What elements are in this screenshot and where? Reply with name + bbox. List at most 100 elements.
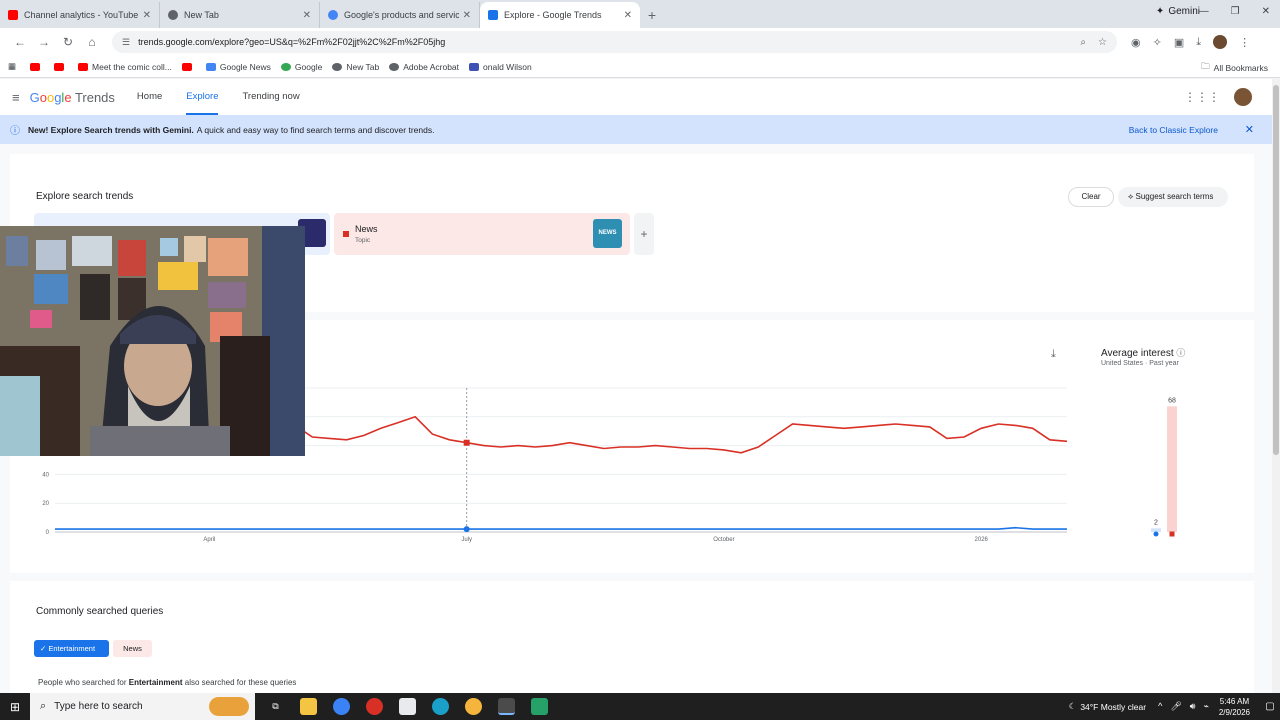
account-avatar[interactable] (1234, 88, 1252, 106)
chrome-icon[interactable] (498, 698, 515, 715)
average-value-label: 2 (1154, 519, 1158, 526)
gemini-button[interactable]: ✦ Gemini (1156, 6, 1200, 17)
search-highlight-image (209, 697, 249, 716)
bookmark-item[interactable]: onald Wilson (469, 62, 532, 72)
new-tab-button[interactable]: + (640, 2, 664, 28)
weather-widget[interactable]: ☾ 34°F Mostly clear (1069, 701, 1146, 712)
bookmark-item[interactable]: Google News (205, 62, 271, 72)
download-icon[interactable]: ⤓ (1051, 348, 1056, 361)
bookmark-item[interactable]: Meet the comic coll... (78, 62, 172, 72)
y-tick-label: 20 (42, 501, 49, 507)
search-term-news[interactable]: News Topic NEWS (334, 213, 630, 255)
system-tray: ☾ 34°F Mostly clear ^ 🎤︎ 🔊︎ ⌁ 5:46 AM 2/9… (1069, 693, 1280, 720)
menu-dots-icon[interactable]: ⋮ (1239, 36, 1250, 49)
tab-google-trends[interactable]: Explore - Google Trends ✕ (480, 2, 640, 28)
youtube-icon (181, 62, 192, 71)
bookmark-item[interactable] (30, 62, 44, 71)
extension-icon[interactable]: ◉ (1131, 36, 1141, 49)
clock[interactable]: 5:46 AM 2/9/2026 (1219, 696, 1250, 718)
page-scrollbar[interactable] (1272, 79, 1280, 693)
apps-grid-icon[interactable]: ⋮⋮⋮ (1184, 90, 1220, 104)
bookmark-star-icon[interactable]: ☆ (1098, 37, 1107, 48)
notification-icon[interactable]: ▢ (1260, 701, 1280, 712)
hover-point-entertainment (463, 526, 470, 533)
close-window-icon[interactable]: ✕ (1262, 6, 1270, 17)
file-explorer-icon[interactable] (300, 698, 317, 715)
home-icon[interactable]: ⌂ (80, 35, 104, 49)
scrollbar-thumb[interactable] (1273, 85, 1279, 455)
x-tick-label: July (461, 537, 472, 543)
apps-grid-icon[interactable]: ▦ (8, 61, 16, 72)
chip-news[interactable]: News (113, 640, 152, 657)
reload-icon[interactable]: ↻ (56, 35, 80, 49)
nav-trending-now[interactable]: Trending now (242, 79, 299, 115)
url-text: trends.google.com/explore?geo=US&q=%2Fm%… (138, 37, 446, 47)
bookmark-item[interactable]: Adobe Acrobat (389, 62, 459, 72)
profile-avatar[interactable] (1213, 35, 1228, 49)
app-icon[interactable] (531, 698, 548, 715)
add-term-button[interactable]: + (634, 213, 654, 255)
bookmark-item[interactable] (181, 62, 196, 71)
app-icon[interactable] (465, 698, 482, 715)
bookmark-site-icon (469, 62, 480, 71)
speaker-icon[interactable]: 🔊︎ (1190, 701, 1196, 712)
tab-youtube-studio[interactable]: Channel analytics - YouTube Studio ✕ (0, 2, 160, 28)
close-icon[interactable]: ✕ (303, 10, 311, 21)
address-bar[interactable]: ☰ trends.google.com/explore?geo=US&q=%2F… (112, 31, 1117, 53)
forward-arrow-icon[interactable]: → (32, 35, 56, 49)
site-info-icon[interactable]: ☰ (122, 37, 130, 48)
suggest-terms-button[interactable]: ⟡ Suggest search terms (1118, 187, 1228, 207)
chevron-up-icon[interactable]: ^ (1158, 701, 1162, 712)
webcam-overlay (0, 226, 305, 456)
youtube-icon (30, 62, 41, 71)
side-panel-icon[interactable]: ▣ (1174, 36, 1184, 49)
average-bar (1151, 528, 1161, 532)
google-trends-logo[interactable]: Google Trends (30, 90, 115, 105)
bookmark-item[interactable]: Google (280, 62, 322, 72)
x-tick-label: 2026 (975, 537, 989, 543)
network-icon[interactable]: ⌁ (1203, 701, 1208, 712)
term-thumbnail: NEWS (593, 219, 622, 248)
bookmark-item[interactable] (54, 62, 68, 71)
average-interest-title: Average interest ⓘ (1101, 348, 1186, 359)
hover-point-news (463, 439, 470, 446)
taskbar-search[interactable]: ⌕ Type here to search (30, 693, 255, 720)
all-bookmarks-button[interactable]: 🗀 All Bookmarks (1201, 61, 1268, 75)
nav-home[interactable]: Home (137, 79, 162, 115)
gemini-banner: ⓘ New! Explore Search trends with Gemini… (0, 115, 1272, 144)
close-icon[interactable]: ✕ (463, 10, 471, 21)
zoom-icon[interactable]: ⌕ (1080, 37, 1086, 48)
windows-start-icon[interactable]: ⊞ (0, 700, 30, 714)
series-line-entertainment (55, 526, 1067, 530)
copilot-icon[interactable] (333, 698, 350, 715)
close-icon[interactable]: ✕ (1245, 123, 1254, 136)
restore-icon[interactable]: ❐ (1231, 6, 1240, 17)
search-icon: ⌕ (40, 700, 47, 712)
globe-icon (389, 62, 400, 71)
edge-icon[interactable] (432, 698, 449, 715)
close-icon[interactable]: ✕ (143, 10, 151, 21)
puzzle-icon[interactable]: ✧ (1153, 36, 1162, 49)
close-icon[interactable]: ✕ (624, 10, 632, 21)
task-view-icon[interactable]: ⧉ (267, 698, 284, 715)
chip-entertainment[interactable]: ✓ Entertainment (34, 640, 109, 657)
app-icon[interactable] (366, 698, 383, 715)
store-icon[interactable] (399, 698, 416, 715)
clear-button[interactable]: Clear (1068, 187, 1114, 207)
tab-title: New Tab (184, 10, 219, 20)
minimize-icon[interactable]: — (1199, 6, 1209, 17)
google-news-icon (205, 62, 216, 71)
hamburger-menu-icon[interactable]: ≡ (12, 90, 20, 105)
download-icon[interactable]: ⤓ (1196, 36, 1201, 49)
tab-new-tab[interactable]: New Tab ✕ (160, 2, 320, 28)
term-name: News (355, 224, 378, 234)
nav-explore[interactable]: Explore (186, 79, 219, 115)
clock-time: 5:46 AM (1219, 696, 1250, 706)
back-to-classic-link[interactable]: Back to Classic Explore (1129, 125, 1218, 135)
bookmark-item[interactable]: New Tab (332, 62, 379, 72)
chrome-icon (168, 10, 178, 20)
back-arrow-icon[interactable]: ← (8, 35, 32, 49)
tab-google-products[interactable]: Google's products and services ✕ (320, 2, 480, 28)
sparkle-icon: ⟡ (1128, 192, 1136, 201)
microphone-icon[interactable]: 🎤︎ (1170, 701, 1181, 712)
